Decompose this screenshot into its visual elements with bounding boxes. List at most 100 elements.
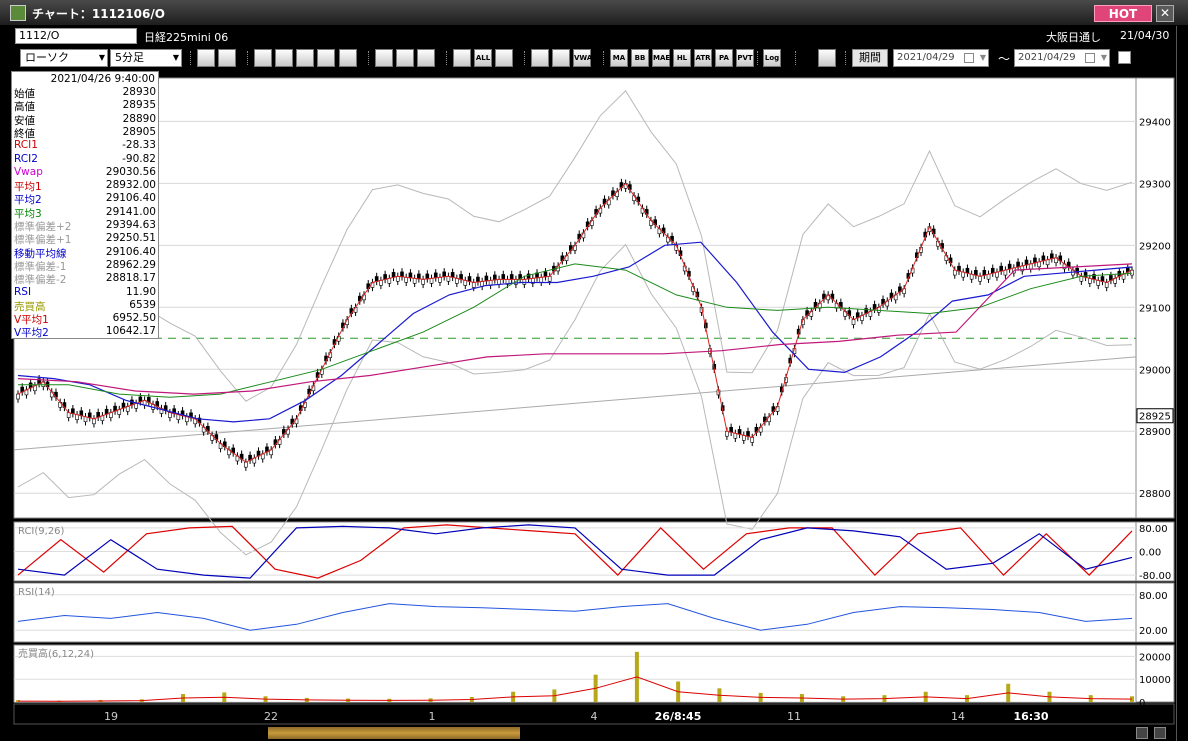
date-to-field[interactable]: 2021/04/29 ▼ (1014, 49, 1110, 67)
x-tick-label: 1 (429, 710, 436, 723)
price-tick-label: 28900 (1139, 427, 1171, 438)
info-row: Vwap 29030.56 (14, 166, 156, 179)
info-row-value: 11.90 (125, 285, 156, 298)
symbol-input[interactable]: 1112/O (15, 28, 137, 44)
period-button[interactable]: 期間 (852, 49, 888, 67)
cross-cursor-icon[interactable] (296, 49, 314, 67)
candle-body (547, 276, 552, 282)
candle-body (421, 279, 425, 285)
atr-button[interactable]: ATR (694, 49, 712, 67)
info-row: 高値 28935 (14, 99, 156, 113)
x-tick-label: 4 (591, 710, 598, 723)
calendar-icon (964, 53, 974, 63)
pencil-icon[interactable] (339, 49, 357, 67)
candle-body (522, 279, 527, 285)
window-title: チャート：1112106/O (32, 7, 165, 21)
crosshair-icon[interactable] (218, 49, 236, 67)
candle-body (176, 414, 181, 420)
export-icon[interactable] (818, 49, 836, 67)
pvt-button-label: PVT (737, 54, 753, 62)
bb-button[interactable]: BB (631, 49, 649, 67)
info-row-value: 28962.29 (105, 258, 156, 271)
info-row: 安値 28890 (14, 113, 156, 127)
info-row-label: RSI (14, 285, 32, 298)
vwap-button[interactable]: VWAP (573, 49, 598, 67)
select-cursor-icon[interactable] (375, 49, 393, 67)
scroll-right-button[interactable] (1154, 727, 1166, 739)
info-row: 標準偏差-2 28818.17 (14, 272, 156, 286)
info-row-value: 29141.00 (105, 205, 156, 218)
calendar-icon (1085, 53, 1095, 63)
tools-icon[interactable] (531, 49, 549, 67)
candle-body (417, 273, 421, 280)
color-icon[interactable] (552, 49, 570, 67)
candle-body (75, 414, 79, 420)
rci-panel-label: RCI(9,26) (18, 526, 65, 537)
chevron-down-icon: ▼ (1100, 53, 1107, 62)
chart-area[interactable]: 29400 29300 29200 29100 29000 28900 28800 28925… (0, 70, 1176, 726)
para-button[interactable]: PA RA (715, 49, 733, 78)
chart-app-icon (10, 5, 26, 21)
scrollbar-thumb[interactable] (268, 727, 520, 739)
date-from-field[interactable]: 2021/04/29 ▼ (893, 49, 989, 67)
x-tick-label: 11 (787, 710, 801, 723)
hot-button[interactable]: HOT (1094, 5, 1152, 22)
candle-body (484, 275, 489, 282)
candle-body (509, 274, 514, 280)
bb-button-label: BB (634, 54, 646, 62)
log-button[interactable]: Log (763, 49, 781, 67)
candle-body (92, 418, 96, 425)
date-to-value: 2021/04/29 (1018, 52, 1076, 63)
candle-body (493, 274, 497, 281)
rsi-tick-label: 80.00 (1139, 591, 1168, 602)
current-price-label: 28925 (1139, 412, 1171, 423)
pvt-button[interactable]: PVT (736, 49, 754, 67)
info-row: 売買高 6539 (14, 299, 156, 313)
settings-icon[interactable] (495, 49, 513, 67)
info-row-value: -28.33 (122, 139, 156, 152)
x-tick-label: 26/8:45 (655, 710, 702, 723)
info-row-value: 28905 (122, 125, 156, 138)
candle-right-icon[interactable] (453, 49, 471, 67)
chart-type-select[interactable]: ローソク ▼ (20, 49, 108, 67)
candle-body (539, 277, 544, 283)
zoom-icon[interactable] (197, 49, 215, 67)
scroll-left-button[interactable] (1136, 727, 1148, 739)
rci-tick-label: -80.00 (1139, 571, 1171, 582)
toolbar-separator (757, 51, 759, 65)
info-row-value: 29250.51 (105, 232, 156, 245)
zoom-fit-icon[interactable] (275, 49, 293, 67)
date-confirm-checkbox[interactable] (1118, 51, 1131, 64)
date-range-separator: ～ (998, 52, 1011, 66)
interval-select[interactable]: 5分足 ▼ (110, 49, 182, 67)
candle-body (433, 272, 438, 279)
info-row-value: 28818.17 (105, 272, 156, 285)
x-tick-label: 19 (104, 710, 118, 723)
arrow-down-icon[interactable] (254, 49, 272, 67)
vwap-button-label: VWAP (574, 54, 598, 62)
hl-button[interactable]: HL (673, 49, 691, 67)
candle-body (438, 277, 442, 283)
info-row-label: Vwap (14, 165, 43, 178)
close-button[interactable]: ✕ (1156, 5, 1174, 22)
scrollbar-track[interactable] (0, 725, 1188, 741)
info-row-value: 28930 (122, 86, 156, 98)
price-tick-label: 29200 (1139, 241, 1171, 252)
candle-body (66, 412, 71, 418)
line-tool-icon[interactable] (317, 49, 335, 67)
mae-button[interactable]: MAE (652, 49, 670, 67)
info-row: RCI2 -90.82 (14, 153, 156, 166)
candle-body (429, 278, 434, 284)
info-row-value: 29394.63 (105, 219, 156, 231)
candle-body (741, 435, 746, 441)
info-row-value: 6952.50 (112, 312, 156, 325)
all-button[interactable]: ALL (474, 49, 492, 67)
candle-left-icon[interactable] (417, 49, 435, 67)
candle-body (750, 437, 755, 443)
info-row: 標準偏差+2 29394.63 (14, 219, 156, 233)
ma-button[interactable]: MA (610, 49, 628, 67)
undo-icon[interactable] (396, 49, 414, 67)
window-titlebar: チャート：1112106/O HOT ✕ (0, 0, 1188, 26)
candle-body (412, 278, 417, 284)
x-tick-label: 22 (264, 710, 278, 723)
